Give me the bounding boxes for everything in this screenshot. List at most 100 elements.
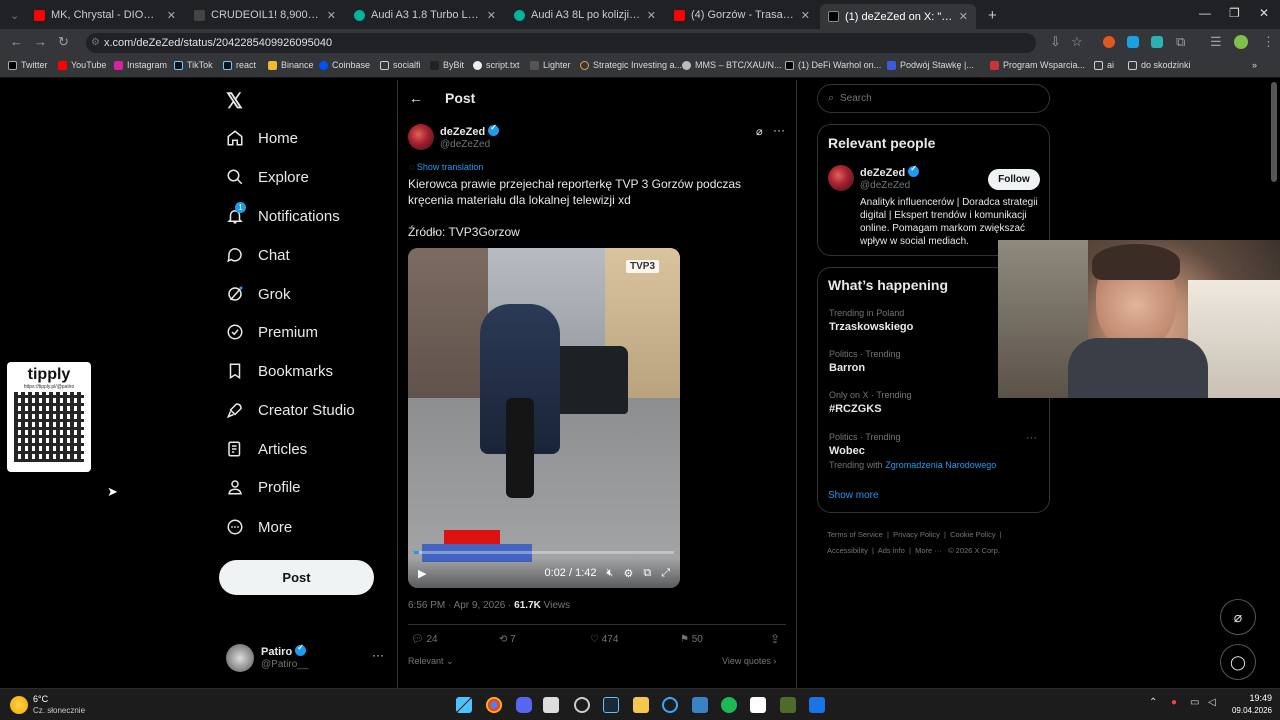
more-horizontal-icon[interactable]: ···	[773, 123, 785, 137]
footer-link[interactable]: More ···	[915, 546, 942, 555]
author-avatar[interactable]	[408, 124, 434, 150]
bookmark-react[interactable]: react	[223, 60, 256, 70]
chrome-icon[interactable]	[486, 697, 502, 713]
tab-youtube-gorzow[interactable]: (4) Gorzów - Trasa Egzaminacyj ✕	[666, 4, 818, 26]
person-name[interactable]: deZeZed	[860, 164, 920, 179]
clock-date[interactable]: 09.04.2026	[1224, 706, 1272, 715]
reload-icon[interactable]: ↻	[58, 34, 69, 50]
compose-post-button[interactable]: Post	[219, 560, 374, 595]
bookmark-skodzinki[interactable]: do skodzinki	[1128, 60, 1191, 70]
obs-icon[interactable]	[574, 697, 590, 713]
app-icon[interactable]	[543, 697, 559, 713]
bookmark-script[interactable]: script.txt	[473, 60, 520, 70]
close-icon[interactable]: ✕	[647, 9, 656, 22]
tab-youtube[interactable]: MK, Chrystal - DIOR - YouTube ✕	[26, 4, 184, 26]
install-icon[interactable]: ⇩	[1050, 34, 1061, 50]
nav-articles[interactable]: Articles	[226, 440, 307, 458]
footer-link[interactable]: Accessibility	[827, 546, 868, 555]
reply-button[interactable]: 💬︎ 24	[411, 634, 438, 645]
author-handle[interactable]: @deZeZed	[440, 139, 490, 150]
ccleaner-icon[interactable]	[662, 697, 678, 713]
search-input[interactable]: ⌕ Search	[817, 84, 1050, 113]
show-translation-link[interactable]: ◌ Show translation	[409, 162, 483, 172]
video-player[interactable]: TVP3 ▶ 0:02 / 1:42 🔇︎ ⚙ ⧉ ⤢	[408, 248, 680, 588]
extension-icon[interactable]	[1127, 36, 1139, 48]
view-quotes-link[interactable]: View quotes ›	[722, 656, 776, 666]
bookmark-star-icon[interactable]: ☆	[1071, 34, 1083, 50]
close-icon[interactable]: ✕	[487, 9, 496, 22]
tab-otomoto-2[interactable]: Audi A3 8L po kolizji Przytkowi ✕	[506, 4, 664, 26]
bookmark-program[interactable]: Program Wsparcia...	[990, 60, 1085, 70]
tab-otomoto-1[interactable]: Audi A3 1.8 Turbo LPG Klima A ✕	[346, 4, 504, 26]
steam-icon[interactable]	[603, 697, 619, 713]
nav-profile[interactable]: Profile	[226, 478, 301, 496]
app-icon[interactable]	[809, 697, 825, 713]
bookmark-defi[interactable]: (1) DeFi Warhol on...	[785, 60, 881, 70]
tab-tradingview[interactable]: CRUDEOIL1! 8,900 ▲ +0.44% R ✕	[186, 4, 344, 26]
bookmark-lighter[interactable]: Lighter	[530, 60, 571, 70]
more-horizontal-icon[interactable]: ···	[372, 648, 384, 662]
trending-with-link[interactable]: Zgromadzenia Narodowego	[885, 460, 996, 470]
footer-link[interactable]: Terms of Service	[827, 530, 883, 539]
mute-icon[interactable]: 🔇︎	[607, 567, 614, 580]
tray-chevron-icon[interactable]: ⌃	[1149, 697, 1157, 708]
new-tab-button[interactable]: +	[980, 4, 1000, 26]
back-icon[interactable]: ←	[10, 34, 23, 49]
extensions-puzzle-icon[interactable]: ⧉	[1176, 34, 1185, 50]
profile-avatar-icon[interactable]	[1234, 35, 1248, 49]
weather-desc[interactable]: Cz. słonecznie	[33, 706, 85, 715]
close-icon[interactable]: ✕	[327, 9, 336, 22]
page-scrollbar[interactable]	[1271, 82, 1277, 182]
bookmark-twitter[interactable]: Twitter	[8, 60, 48, 70]
extension-icon[interactable]	[1103, 36, 1115, 48]
microphone-icon[interactable]: ●	[1171, 697, 1177, 708]
tab-list-button[interactable]: ⌄	[2, 4, 24, 26]
person-avatar[interactable]	[828, 165, 854, 191]
nav-explore[interactable]: Explore	[226, 168, 309, 186]
menu-icon[interactable]: ⋮	[1262, 34, 1275, 50]
more-bookmarks-icon[interactable]: »	[1252, 60, 1257, 70]
person-handle[interactable]: @deZeZed	[860, 180, 910, 191]
weather-temp[interactable]: 6°C	[33, 694, 48, 704]
repost-button[interactable]: ⟲ 7	[499, 634, 516, 645]
bookmark-socialfi[interactable]: socialfi	[380, 60, 421, 70]
clock-time[interactable]: 19:49	[1228, 693, 1272, 703]
extension-icon[interactable]	[1151, 36, 1163, 48]
bookmark-strategic[interactable]: Strategic Investing a...	[580, 60, 682, 70]
bookmark-mms[interactable]: MMS – BTC/XAU/N...	[682, 60, 782, 70]
nav-home[interactable]: Home	[226, 129, 298, 147]
close-icon[interactable]: ✕	[959, 10, 968, 23]
app-icon[interactable]	[780, 697, 796, 713]
footer-link[interactable]: Privacy Policy	[893, 530, 940, 539]
bookmark-instagram[interactable]: Instagram	[114, 60, 167, 70]
file-explorer-icon[interactable]	[633, 697, 649, 713]
forward-icon[interactable]: →	[34, 34, 47, 49]
grok-icon[interactable]: ⌀	[756, 125, 763, 138]
site-info-icon[interactable]: ⚙	[91, 33, 100, 53]
start-icon[interactable]	[456, 697, 472, 713]
footer-link[interactable]: Ads info	[878, 546, 905, 555]
reading-list-icon[interactable]: ☰	[1210, 34, 1222, 50]
volume-icon[interactable]: ◁	[1208, 697, 1216, 708]
bookmark-bybit[interactable]: ByBit	[430, 60, 464, 70]
x-logo-icon[interactable]: 𝕏	[226, 89, 243, 114]
bookmark-ai[interactable]: ai	[1094, 60, 1114, 70]
bookmark-youtube[interactable]: YouTube	[58, 60, 106, 70]
author-name[interactable]: deZeZed	[440, 123, 500, 138]
trend-item[interactable]: Politics · Trending Wobec Trending with …	[818, 432, 1051, 480]
footer-link[interactable]: Cookie Policy	[950, 530, 995, 539]
sort-relevant-dropdown[interactable]: Relevant ⌄	[408, 656, 454, 667]
close-icon[interactable]: ✕	[167, 9, 176, 22]
back-arrow-icon[interactable]: ←	[409, 90, 423, 106]
more-horizontal-icon[interactable]: ···	[1026, 432, 1037, 444]
bookmark-tiktok[interactable]: TikTok	[174, 60, 213, 70]
bookmark-coinbase[interactable]: Coinbase	[319, 60, 370, 70]
grok-float-button[interactable]: ⌀	[1220, 599, 1256, 635]
nav-more[interactable]: More	[226, 518, 292, 536]
network-icon[interactable]: ▭	[1190, 697, 1199, 708]
nav-chat[interactable]: Chat	[226, 246, 290, 264]
close-icon[interactable]: ✕	[801, 9, 810, 22]
discord-icon[interactable]	[516, 697, 532, 713]
nav-grok[interactable]: Grok	[226, 285, 291, 303]
url-input[interactable]: ⚙ x.com/deZeZed/status/20422854099260950…	[86, 33, 1036, 53]
